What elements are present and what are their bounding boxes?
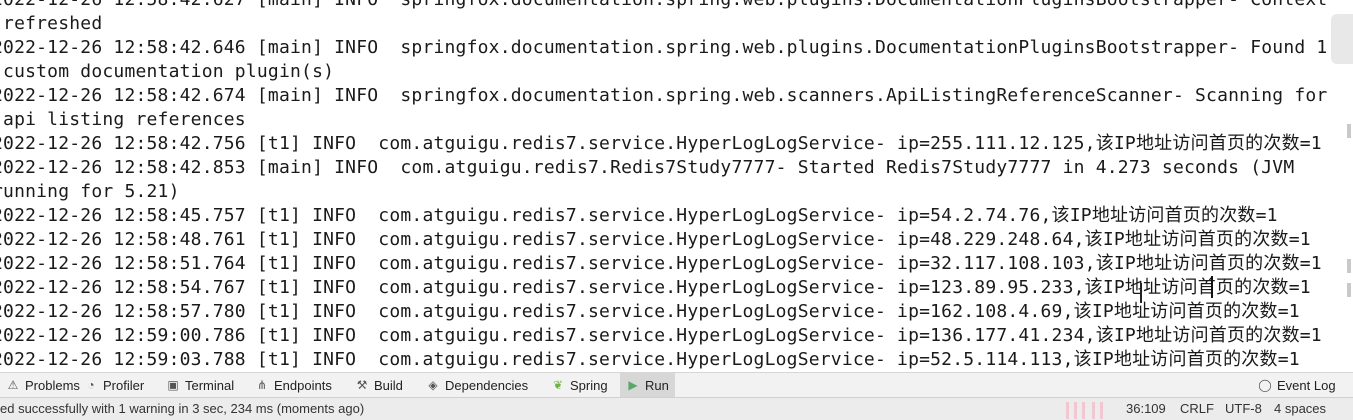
log-line: refreshed — [0, 13, 103, 34]
tab-profiler[interactable]: ◔ Profiler — [78, 373, 150, 397]
tool-window-bar: ⚠ Problems ◔ Profiler ▣ Terminal ⋔ Endpo… — [0, 372, 1353, 397]
caret-position[interactable]: 36:109 — [1126, 401, 1166, 416]
log-line: 2022-12-26 12:58:42.674 [main] INFO spri… — [0, 85, 1328, 106]
log-line: running for 5.21) — [0, 181, 180, 202]
tab-endpoints[interactable]: ⋔ Endpoints — [249, 373, 338, 397]
log-line: 2022-12-26 12:58:42.627 [main] INFO spri… — [0, 0, 1327, 12]
log-line: 2022-12-26 12:59:03.788 [t1] INFO com.at… — [0, 349, 1300, 370]
spring-leaf-icon: ❦ — [552, 378, 564, 392]
log-line: api listing references — [0, 109, 246, 130]
tab-build[interactable]: ⚒ Build — [349, 373, 409, 397]
tab-problems[interactable]: ⚠ Problems — [0, 373, 86, 397]
tab-label: Profiler — [103, 377, 145, 393]
file-encoding[interactable]: UTF-8 — [1225, 401, 1262, 416]
log-line: 2022-12-26 12:58:45.757 [t1] INFO com.at… — [0, 205, 1278, 226]
status-message[interactable]: ed successfully with 1 warning in 3 sec,… — [0, 401, 364, 416]
log-line: 2022-12-26 12:58:57.780 [t1] INFO com.at… — [0, 301, 1300, 322]
scrollbar-markers[interactable] — [1345, 0, 1353, 372]
layers-icon: ◈ — [428, 378, 438, 392]
hammer-icon: ⚒ — [356, 378, 368, 392]
event-log-icon: ◯ — [1258, 378, 1272, 392]
log-line: custom documentation plugin(s) — [0, 61, 335, 82]
log-line: 2022-12-26 12:58:42.853 [main] INFO com.… — [0, 157, 1295, 178]
log-line: 2022-12-26 12:59:00.786 [t1] INFO com.at… — [0, 325, 1322, 346]
tab-terminal[interactable]: ▣ Terminal — [160, 373, 240, 397]
line-separator[interactable]: CRLF — [1180, 401, 1214, 416]
tab-run[interactable]: ▶ Run — [620, 373, 675, 397]
tab-label: Endpoints — [274, 377, 332, 393]
pink-bar — [1092, 402, 1095, 419]
log-line: 2022-12-26 12:58:48.761 [t1] INFO com.at… — [0, 229, 1311, 250]
pink-bar — [1066, 402, 1069, 419]
indent-setting[interactable]: 4 spaces — [1274, 401, 1326, 416]
tab-label: Event Log — [1277, 377, 1336, 393]
mouse-ibeam-cursor — [1140, 283, 1142, 303]
terminal-icon: ▣ — [167, 378, 179, 392]
tab-label: Run — [645, 377, 669, 393]
endpoints-icon: ⋔ — [256, 378, 268, 392]
gutter-marker — [1347, 283, 1351, 297]
profiler-icon: ◔ — [87, 378, 95, 392]
tab-label: Spring — [570, 377, 608, 393]
log-line: 2022-12-26 12:58:51.764 [t1] INFO com.at… — [0, 253, 1322, 274]
log-line: 2022-12-26 12:58:54.767 [t1] INFO com.at… — [0, 277, 1311, 298]
status-bar: ed successfully with 1 warning in 3 sec,… — [0, 397, 1353, 420]
gutter-marker — [1347, 259, 1351, 273]
pink-bar — [1074, 402, 1077, 419]
text-caret — [1211, 276, 1213, 298]
warning-icon: ⚠ — [7, 378, 19, 392]
pink-bar — [1082, 402, 1085, 419]
pink-bar — [1100, 402, 1103, 419]
gutter-marker — [1347, 124, 1351, 138]
console-log[interactable]: 2022-12-26 12:58:42.627 [main] INFO spri… — [0, 0, 1328, 372]
log-line: 2022-12-26 12:58:42.756 [t1] INFO com.at… — [0, 133, 1322, 154]
tab-label: Build — [374, 377, 403, 393]
tab-label: Terminal — [185, 377, 235, 393]
tab-dependencies[interactable]: ◈ Dependencies — [420, 373, 534, 397]
log-line: 2022-12-26 12:58:42.646 [main] INFO spri… — [0, 37, 1328, 58]
tab-label: Dependencies — [445, 377, 529, 393]
tab-event-log[interactable]: ◯ Event Log — [1252, 373, 1342, 397]
tab-label: Problems — [25, 377, 80, 393]
tab-spring[interactable]: ❦ Spring — [545, 373, 614, 397]
run-icon: ▶ — [628, 378, 638, 392]
run-console[interactable]: 2022-12-26 12:58:42.627 [main] INFO spri… — [0, 0, 1353, 372]
